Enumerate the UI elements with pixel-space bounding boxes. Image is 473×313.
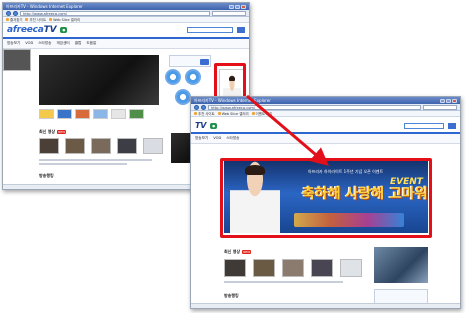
new-badge: NEW: [242, 250, 252, 254]
forward-icon[interactable]: [201, 104, 206, 110]
favorite-item[interactable]: 추천 사이트: [25, 17, 46, 22]
forward-icon[interactable]: [13, 10, 18, 16]
video-thumb[interactable]: [117, 138, 137, 154]
video-thumb[interactable]: [340, 259, 362, 277]
site-logo[interactable]: TV: [195, 121, 206, 130]
banner-thumb[interactable]: [111, 109, 126, 119]
section-title: 최신 영상 NEW: [224, 249, 252, 254]
favorite-item[interactable]: 추천 사이트: [194, 111, 215, 116]
search-button[interactable]: [448, 122, 456, 129]
section-title: 방송랭킹: [39, 173, 54, 178]
close-icon[interactable]: [452, 98, 457, 103]
favorite-item[interactable]: Web Slice 갤러리: [217, 111, 249, 116]
maximize-icon[interactable]: [446, 98, 451, 103]
page-icon: [25, 18, 29, 21]
video-thumb[interactable]: [143, 138, 163, 154]
event-logo: ●: [210, 122, 218, 129]
banner-thumb[interactable]: [39, 109, 54, 119]
composite-screenshot: 아프리카TV - Windows Internet Explorer http:…: [0, 0, 473, 313]
status-bar: [191, 303, 460, 308]
video-thumb[interactable]: [91, 138, 111, 154]
page-icon: [49, 18, 53, 21]
browser-search-input[interactable]: [212, 10, 246, 16]
maximize-icon[interactable]: [235, 4, 240, 9]
service-circle[interactable]: [165, 69, 181, 85]
site-search-input[interactable]: [187, 27, 233, 33]
banner-thumb[interactable]: [129, 109, 144, 119]
site-header: afreecaTV ●: [3, 23, 249, 37]
title-bar: 아프리카TV - Windows Internet Explorer: [3, 3, 249, 10]
back-icon[interactable]: [6, 10, 11, 16]
address-bar: http://www.afreeca.com/: [3, 10, 249, 17]
video-thumb[interactable]: [311, 259, 333, 277]
title-bar: 아프리카TV - Windows Internet Explorer: [191, 97, 460, 104]
url-input[interactable]: http://www.afreeca.com/: [208, 104, 421, 110]
favorite-item[interactable]: 즐겨찾기: [6, 17, 22, 22]
video-thumb[interactable]: [39, 138, 59, 154]
nav-item[interactable]: 게임센터: [56, 41, 69, 46]
service-circle[interactable]: [185, 69, 201, 85]
new-badge: NEW: [57, 130, 67, 134]
window-title: 아프리카TV - Windows Internet Explorer: [6, 3, 83, 9]
window-title: 아프리카TV - Windows Internet Explorer: [194, 97, 271, 103]
nav-item[interactable]: 도움말: [86, 41, 96, 46]
nav-item[interactable]: 스타방송: [38, 41, 51, 46]
minimize-icon[interactable]: [229, 4, 234, 9]
url-input[interactable]: http://www.afreeca.com/: [20, 10, 210, 16]
banner-thumb[interactable]: [93, 109, 108, 119]
section-title: 최신 영상 NEW: [39, 129, 67, 134]
side-video-player[interactable]: [374, 247, 428, 283]
browser-search-input[interactable]: [423, 104, 457, 110]
nav-item[interactable]: 방송보기: [195, 136, 208, 141]
video-thumb[interactable]: [224, 259, 246, 277]
site-logo[interactable]: afreecaTV: [7, 25, 57, 35]
nav-item[interactable]: VOD: [213, 136, 221, 141]
main-nav: 방송보기 VOD 스타방송: [191, 132, 460, 144]
caption-lines: [224, 281, 364, 285]
favorite-item[interactable]: Web Slice 갤러리: [49, 17, 80, 22]
main-promo-image[interactable]: [39, 55, 159, 105]
service-circle[interactable]: [175, 89, 191, 105]
section-title: 방송랭킹: [224, 293, 239, 298]
main-nav: 방송보기 VOD 스타방송 게임센터 클럽 도움말: [3, 37, 249, 49]
close-icon[interactable]: [241, 4, 246, 9]
address-bar: http://www.afreeca.com/: [191, 104, 460, 111]
video-thumb[interactable]: [65, 138, 85, 154]
caption-lines: [39, 159, 164, 167]
banner-row: [39, 109, 144, 119]
nav-item[interactable]: 방송보기: [7, 41, 20, 46]
event-logo: ●: [60, 27, 68, 33]
back-icon[interactable]: [194, 104, 199, 110]
star-icon: [6, 18, 9, 21]
page-icon: [217, 112, 221, 115]
video-thumb[interactable]: [282, 259, 304, 277]
nav-item[interactable]: 스타방송: [226, 136, 239, 141]
site-search-input[interactable]: [404, 122, 444, 129]
nav-item[interactable]: VOD: [25, 41, 33, 46]
star-icon: [194, 112, 197, 115]
banner-thumb[interactable]: [75, 109, 90, 119]
nav-item[interactable]: 클럽: [75, 41, 82, 46]
highlight-box-target: [220, 158, 432, 238]
banner-thumb[interactable]: [57, 109, 72, 119]
page-icon: [251, 112, 255, 115]
minimize-icon[interactable]: [440, 98, 445, 103]
site-header: TV ●: [191, 117, 460, 132]
login-box: [169, 55, 211, 67]
promo-thumb[interactable]: [3, 49, 31, 71]
login-button[interactable]: [200, 59, 209, 65]
favorite-item[interactable]: 이벤트 보기: [251, 111, 272, 116]
video-thumb[interactable]: [253, 259, 275, 277]
search-button[interactable]: [237, 27, 245, 33]
